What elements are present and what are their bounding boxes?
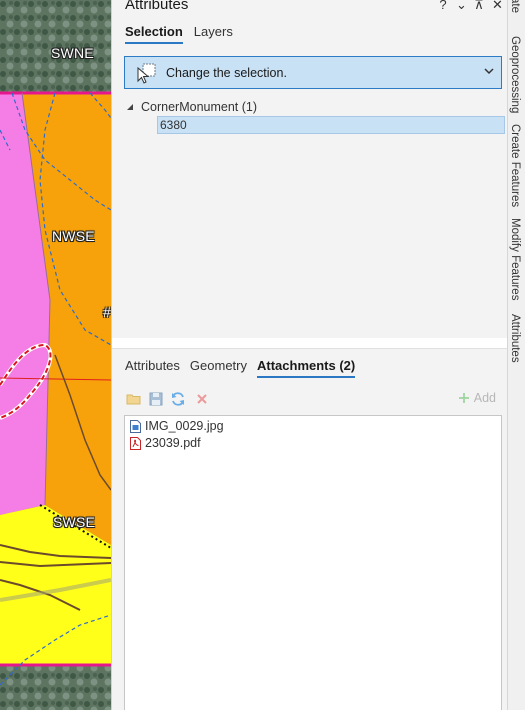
tab-layers[interactable]: Layers [194,24,233,44]
add-attachment-button[interactable]: Add [458,391,496,405]
attachments-toolbar: Add [126,391,496,409]
dock-tab-geoprocessing[interactable]: Geoprocessing [509,36,521,113]
attachment-name: IMG_0029.jpg [145,419,224,433]
help-icon[interactable]: ? [438,0,448,13]
dock-tab-create-features[interactable]: Create Features [509,124,521,207]
pdf-file-icon [130,436,141,450]
tab-attributes[interactable]: Attributes [125,358,180,378]
map-label-swne: SWNE [51,45,94,61]
chevron-down-icon [484,68,494,75]
map-canvas [0,0,111,710]
list-item[interactable]: IMG_0029.jpg [130,419,224,433]
selection-bar-text: Change the selection. [166,65,287,80]
tab-attachments[interactable]: Attachments (2) [257,358,356,378]
tree-feature-item[interactable]: 6380 [157,116,505,134]
change-selection-dropdown[interactable]: Change the selection. [124,56,502,89]
attachments-list: IMG_0029.jpg 23039.pdf [124,415,502,710]
list-item[interactable]: 23039.pdf [130,436,201,450]
select-cursor-icon [137,63,156,84]
map-view[interactable]: SWNE NWSE # SWSE [0,0,111,710]
pin-icon[interactable]: ⊼ [474,0,484,13]
selection-tabs: Selection Layers [125,24,233,44]
map-label-nwse: NWSE [52,228,95,244]
map-label-hash: # [103,304,111,320]
details-section: Attributes Geometry Attachments (2) Add … [112,348,508,710]
plus-icon [458,393,469,403]
tree-layer-label: CornerMonument (1) [141,100,258,114]
pane-title: Attributes [125,0,189,13]
attachment-name: 23039.pdf [145,436,201,450]
add-button-label: Add [473,391,496,405]
delete-icon[interactable] [194,391,210,407]
right-dock: ate Geoprocessing Create Features Modify… [507,0,525,710]
dock-tab-partial[interactable]: ate [509,0,521,13]
tree-layer-cornermonument[interactable]: CornerMonument (1) [126,100,257,114]
save-icon[interactable] [148,391,164,407]
dock-tab-attributes[interactable]: Attributes [509,314,521,363]
close-icon[interactable]: ✕ [492,0,503,13]
selection-section: Attributes ? ⌄ ⊼ ✕ Selection Layers Chan… [112,0,508,338]
map-label-swse: SWSE [53,514,96,530]
open-folder-icon[interactable] [126,391,142,407]
refresh-icon[interactable] [170,391,186,407]
detail-tabs: Attributes Geometry Attachments (2) [125,358,356,378]
chevron-down-icon[interactable]: ⌄ [456,0,467,13]
attributes-pane: Attributes ? ⌄ ⊼ ✕ Selection Layers Chan… [111,0,508,710]
pane-controls: ? ⌄ ⊼ ✕ [438,0,503,13]
expand-triangle-icon[interactable] [126,103,134,111]
image-file-icon [130,419,141,433]
tab-selection[interactable]: Selection [125,24,183,44]
tab-geometry[interactable]: Geometry [190,358,247,378]
dock-tab-modify-features[interactable]: Modify Features [509,218,521,300]
